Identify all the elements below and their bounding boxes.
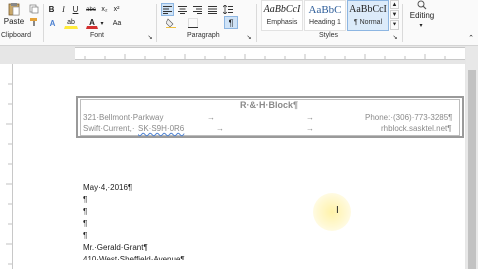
document-page[interactable] (13, 64, 465, 269)
body-line-empty[interactable]: ¶ (83, 219, 87, 229)
horizontal-ruler[interactable] (75, 47, 465, 60)
paste-icon[interactable] (6, 2, 22, 16)
style-sample: AaBbCcI (263, 4, 301, 15)
highlight-button[interactable]: ab (64, 17, 78, 29)
cursor-highlight (313, 193, 351, 231)
style-label: ¶ Normal (353, 19, 383, 26)
style-sample: AaBbCcI (349, 4, 387, 15)
align-center-button[interactable] (176, 3, 189, 16)
paste-button[interactable]: Paste (3, 16, 25, 26)
line-spacing-button[interactable] (221, 3, 234, 16)
copy-icon[interactable] (28, 3, 40, 14)
paragraph-group-label: Paragraph (187, 32, 220, 39)
clipboard-group-label: Clipboard (1, 32, 31, 39)
body-line-recipient[interactable]: Mr.·Gerald·Grant¶ (83, 243, 148, 253)
justify-button[interactable] (206, 3, 219, 16)
italic-button[interactable]: I (58, 4, 69, 15)
style-label: Heading 1 (309, 19, 341, 26)
shading-button[interactable] (164, 17, 178, 29)
tab-arrow: → (207, 113, 215, 122)
styles-more-icon[interactable]: ⯆ (390, 20, 399, 30)
font-group-label: Font (90, 32, 105, 39)
letterhead-website[interactable]: rhblock.sasktel.net¶ (381, 124, 452, 134)
letterhead-address-city[interactable]: Swift·Current,· (83, 124, 135, 134)
letterhead-phone[interactable]: Phone:·(306)·773-3285¶ (365, 113, 452, 123)
style-heading-1[interactable]: AaBbC Heading 1 (304, 0, 346, 31)
letterhead-postal-code[interactable]: SK·S9H·0R6 (138, 124, 184, 134)
ribbon-group-labels: Clipboard Font Paragraph Styles (0, 32, 478, 44)
scrollbar-thumb[interactable] (468, 70, 476, 269)
styles-scroll-up-icon[interactable]: ▲ (390, 0, 399, 9)
style-sample: AaBbC (308, 4, 342, 16)
text-effects-button[interactable]: A (46, 17, 59, 29)
letterhead-title[interactable]: R·&·H·Block¶ (240, 100, 298, 110)
underline-button[interactable]: U (70, 4, 81, 15)
format-painter-icon[interactable] (28, 16, 40, 28)
styles-scroll-down-icon[interactable]: ▼ (390, 10, 399, 19)
subscript-button[interactable]: x₂ (99, 4, 110, 15)
show-hide-formatting-button[interactable]: ¶ (224, 16, 238, 29)
tab-arrow: → (306, 124, 314, 133)
body-line-empty[interactable]: ¶ (83, 195, 87, 205)
borders-button[interactable] (186, 17, 200, 29)
align-left-button[interactable] (161, 3, 174, 16)
body-line-date[interactable]: May·4,·2016¶ (83, 183, 132, 193)
font-color-button[interactable]: A (86, 17, 98, 29)
body-line-empty[interactable]: ¶ (83, 231, 87, 241)
body-line-empty[interactable]: ¶ (83, 207, 87, 217)
ribbon: Paste B I U abc x₂ x² A ab A ▾ Aa ↘ ¶ ↘ … (0, 0, 478, 46)
letterhead-address-line1[interactable]: 321·Bellmont·Parkway (83, 113, 163, 123)
style-label: Emphasis (266, 19, 298, 26)
editing-button[interactable]: Editing (402, 9, 442, 21)
align-right-button[interactable] (191, 3, 204, 16)
vertical-ruler[interactable] (0, 64, 13, 269)
tab-arrow: → (216, 124, 224, 133)
editing-dropdown-icon[interactable]: ▾ (416, 21, 426, 29)
styles-group-label: Styles (319, 32, 339, 39)
style-normal[interactable]: AaBbCcI ¶ Normal (347, 0, 389, 31)
font-color-dropdown-icon[interactable]: ▾ (99, 17, 105, 29)
i-beam-cursor-icon: I (336, 205, 339, 216)
style-emphasis[interactable]: AaBbCcI Emphasis (261, 0, 303, 31)
tab-arrow: → (306, 113, 314, 122)
grow-font-button[interactable]: Aa (110, 17, 124, 29)
bold-button[interactable]: B (46, 4, 57, 15)
strikethrough-button[interactable]: abc (84, 4, 98, 15)
superscript-button[interactable]: x² (111, 4, 122, 15)
